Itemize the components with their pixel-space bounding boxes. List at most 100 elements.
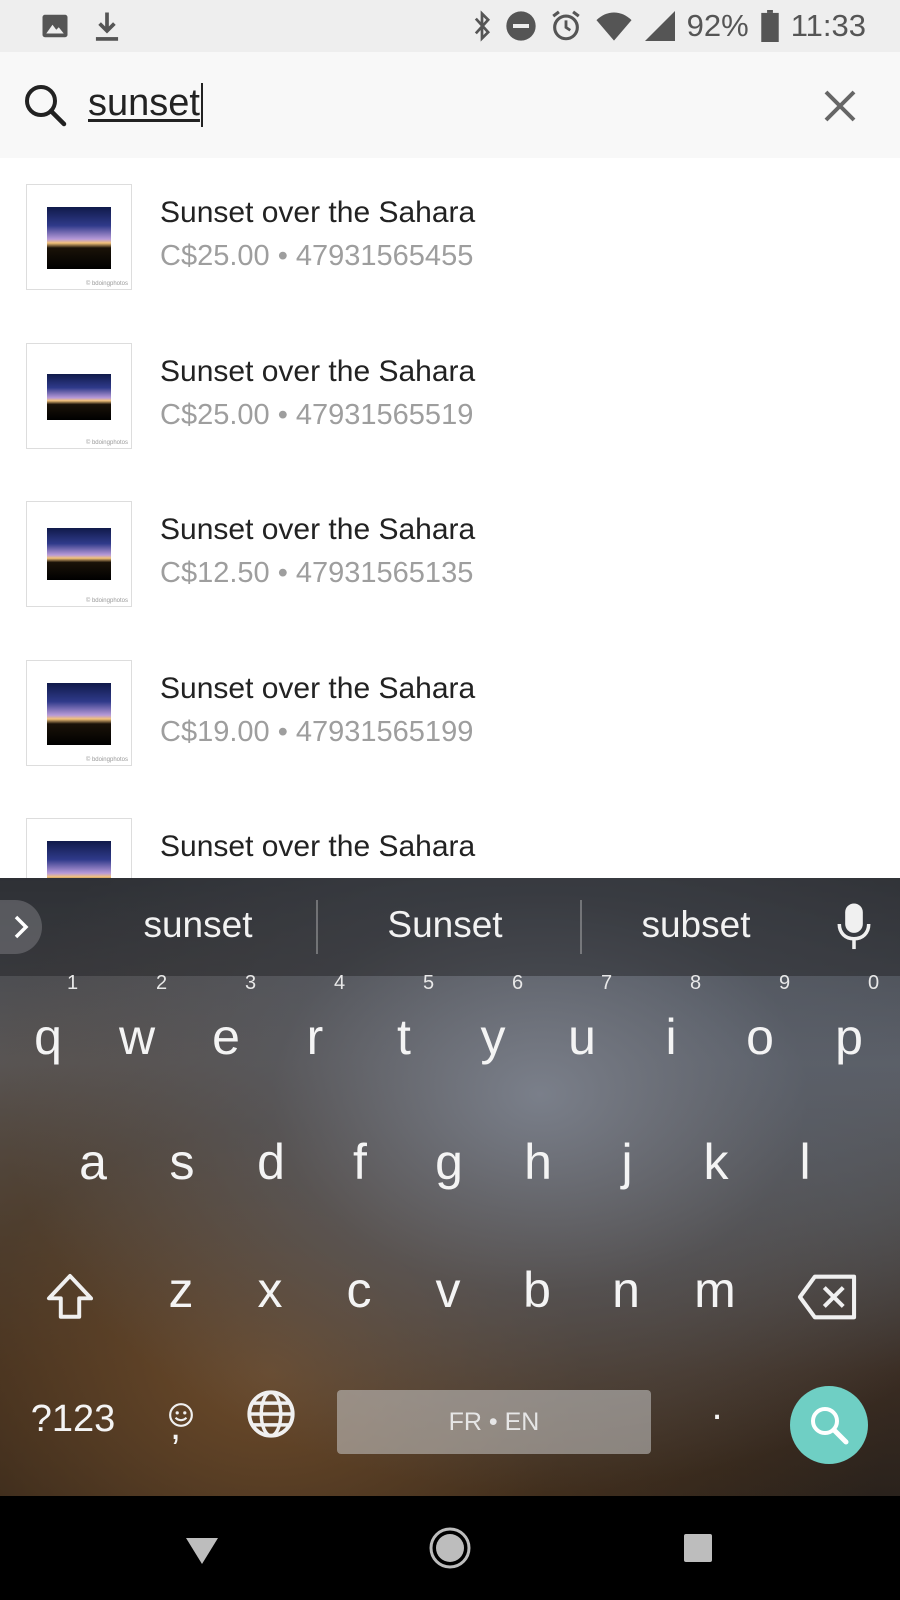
product-thumbnail: © bdoingphotos <box>26 659 132 766</box>
backspace-icon <box>797 1274 857 1320</box>
key-hint-1: 1 <box>67 972 79 994</box>
search-input[interactable]: sunset <box>88 82 203 127</box>
back-button[interactable] <box>180 1526 224 1570</box>
period-key[interactable]: . <box>674 1384 760 1429</box>
thumbnail-credit: © bdoingphotos <box>85 439 128 446</box>
search-icon <box>811 1407 849 1445</box>
key-y[interactable]: y <box>450 1008 536 1066</box>
key-f[interactable]: f <box>317 1133 403 1191</box>
list-item[interactable]: © bdoingphotos Sunset over the Sahara C$… <box>0 634 900 793</box>
suggestion-bar: sunset Sunset subset <box>0 878 900 976</box>
result-title: Sunset over the Sahara <box>160 354 476 388</box>
key-w[interactable]: w <box>94 1008 180 1066</box>
close-icon <box>824 90 856 122</box>
shift-key[interactable] <box>27 1272 113 1334</box>
list-item[interactable]: © bdoingphotos Sunset over the Sahara C$… <box>0 158 900 317</box>
thumbnail-photo <box>47 373 111 420</box>
product-thumbnail: © bdoingphotos <box>26 184 132 290</box>
recents-button[interactable] <box>676 1526 720 1570</box>
key-x[interactable]: x <box>227 1261 313 1319</box>
list-item[interactable]: Sunset over the Sahara <box>0 792 900 878</box>
suggestion-divider <box>580 900 582 954</box>
suggestion-divider <box>316 900 318 954</box>
key-h[interactable]: h <box>495 1133 581 1191</box>
results-list: © bdoingphotos Sunset over the Sahara C$… <box>0 158 900 878</box>
suggestion-1[interactable]: sunset <box>98 904 298 946</box>
chevron-right-icon <box>14 915 29 939</box>
expand-suggestions-button[interactable] <box>0 900 42 954</box>
backspace-key[interactable] <box>784 1274 870 1332</box>
key-o[interactable]: o <box>717 1008 803 1066</box>
key-m[interactable]: m <box>672 1261 758 1319</box>
back-icon <box>186 1538 218 1564</box>
key-j[interactable]: j <box>584 1133 670 1191</box>
suggestion-2[interactable]: Sunset <box>340 904 550 946</box>
home-icon <box>429 1527 471 1569</box>
clock: 11:33 <box>790 8 866 43</box>
list-item[interactable]: © bdoingphotos Sunset over the Sahara C$… <box>0 317 900 476</box>
product-thumbnail <box>26 818 132 878</box>
key-hint-8: 8 <box>690 972 702 994</box>
mic-button[interactable] <box>836 902 872 952</box>
clear-search-button[interactable] <box>820 86 860 126</box>
search-action-button[interactable] <box>790 1386 868 1464</box>
comma-label: , <box>170 1404 182 1448</box>
key-c[interactable]: c <box>316 1261 402 1319</box>
key-s[interactable]: s <box>139 1133 225 1191</box>
key-p[interactable]: p <box>806 1008 892 1066</box>
result-title: Sunset over the Sahara <box>160 671 476 705</box>
home-button[interactable] <box>428 1526 472 1570</box>
alarm-icon <box>549 9 583 43</box>
key-a[interactable]: a <box>50 1133 136 1191</box>
space-bar[interactable]: FR • EN <box>337 1390 651 1454</box>
text-caret <box>200 82 203 127</box>
product-thumbnail: © bdoingphotos <box>26 342 132 449</box>
battery-percent: 92% <box>686 8 749 43</box>
thumbnail-credit: © bdoingphotos <box>85 281 128 287</box>
mic-icon <box>837 903 871 950</box>
list-item[interactable]: © bdoingphotos Sunset over the Sahara C$… <box>0 475 900 634</box>
bluetooth-icon <box>471 10 493 42</box>
symbols-key[interactable]: ?123 <box>18 1398 128 1441</box>
thumbnail-credit: © bdoingphotos <box>85 598 128 604</box>
key-hint-4: 4 <box>334 972 346 994</box>
result-title: Sunset over the Sahara <box>160 513 476 546</box>
globe-icon <box>247 1390 295 1438</box>
key-u[interactable]: u <box>539 1008 625 1066</box>
language-key[interactable] <box>228 1388 314 1452</box>
thumbnail-photo <box>47 682 111 745</box>
status-bar: 92% 11:33 <box>0 0 900 52</box>
signal-icon <box>644 11 675 41</box>
search-icon <box>22 82 68 128</box>
wifi-icon <box>595 11 633 41</box>
key-n[interactable]: n <box>583 1261 669 1319</box>
key-hint-5: 5 <box>423 972 435 994</box>
key-hint-9: 9 <box>779 972 791 994</box>
key-g[interactable]: g <box>406 1133 492 1191</box>
key-b[interactable]: b <box>494 1261 580 1319</box>
key-v[interactable]: v <box>405 1261 491 1319</box>
key-z[interactable]: z <box>138 1261 224 1319</box>
suggestion-3[interactable]: subset <box>596 904 796 946</box>
key-k[interactable]: k <box>673 1133 759 1191</box>
key-d[interactable]: d <box>228 1133 314 1191</box>
image-icon <box>40 11 70 41</box>
key-hint-2: 2 <box>156 972 168 994</box>
key-q[interactable]: q <box>5 1008 91 1066</box>
shift-icon <box>46 1273 94 1319</box>
battery-icon <box>760 10 779 42</box>
navigation-bar <box>0 1496 900 1600</box>
key-t[interactable]: t <box>361 1008 447 1066</box>
result-subtitle: C$12.50 • 47931565135 <box>160 557 474 589</box>
key-l[interactable]: l <box>762 1133 848 1191</box>
thumbnail-photo <box>47 207 111 269</box>
result-title: Sunset over the Sahara <box>160 830 476 863</box>
key-r[interactable]: r <box>272 1008 358 1066</box>
dnd-icon <box>505 10 537 42</box>
key-hint-0: 0 <box>868 972 880 994</box>
product-thumbnail: © bdoingphotos <box>26 501 132 607</box>
key-e[interactable]: e <box>183 1008 269 1066</box>
key-i[interactable]: i <box>628 1008 714 1066</box>
result-subtitle: C$19.00 • 47931565199 <box>160 715 474 748</box>
result-title: Sunset over the Sahara <box>160 196 476 229</box>
